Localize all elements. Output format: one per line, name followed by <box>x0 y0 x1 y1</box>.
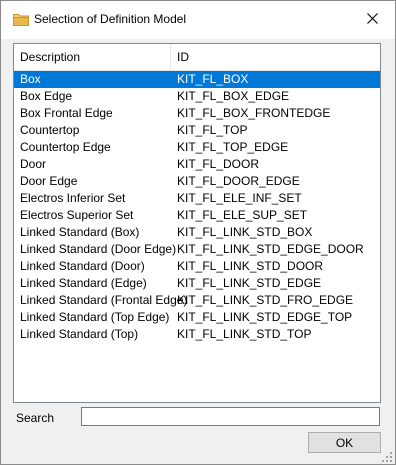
row-id: KIT_FL_LINK_STD_TOP <box>177 327 312 341</box>
row-description: Linked Standard (Door) <box>20 259 145 273</box>
folder-icon <box>13 13 29 26</box>
row-description: Door <box>20 157 47 171</box>
row-id: KIT_FL_LINK_STD_EDGE_DOOR <box>177 242 364 256</box>
column-header-id[interactable]: ID <box>171 44 380 70</box>
row-description: Box Edge <box>20 89 73 103</box>
row-id: KIT_FL_BOX_FRONTEDGE <box>177 106 331 120</box>
row-description: Countertop <box>20 123 80 137</box>
list-row[interactable]: Countertop KIT_FL_TOP <box>14 122 380 139</box>
list-row[interactable]: Linked Standard (Top) KIT_FL_LINK_STD_TOP <box>14 326 380 343</box>
row-id: KIT_FL_BOX_EDGE <box>177 89 290 103</box>
row-description: Linked Standard (Box) <box>20 225 140 239</box>
row-id: KIT_FL_LINK_STD_BOX <box>177 225 313 239</box>
list-row[interactable]: Electros Inferior Set KIT_FL_ELE_INF_SET <box>14 190 380 207</box>
row-description: Box <box>20 72 41 86</box>
column-header-description[interactable]: Description <box>14 44 171 70</box>
list-row[interactable]: Box KIT_FL_BOX <box>14 71 380 88</box>
list-header: Description ID <box>14 44 380 71</box>
list-row[interactable]: Linked Standard (Box) KIT_FL_LINK_STD_BOX <box>14 224 380 241</box>
title-bar: Selection of Definition Model <box>1 1 395 39</box>
list-row[interactable]: Linked Standard (Frontal Edge) KIT_FL_LIN… <box>14 292 380 309</box>
list-row[interactable]: Door KIT_FL_DOOR <box>14 156 380 173</box>
row-description: Linked Standard (Door Edge) <box>20 242 177 256</box>
list-row[interactable]: Box Edge KIT_FL_BOX_EDGE <box>14 88 380 105</box>
list-row[interactable]: Linked Standard (Top Edge) KIT_FL_LINK_ST… <box>14 309 380 326</box>
close-button[interactable] <box>349 1 395 39</box>
row-id: KIT_FL_BOX <box>177 72 249 86</box>
list-row[interactable]: Electros Superior Set KIT_FL_ELE_SUP_SET <box>14 207 380 224</box>
row-description: Countertop Edge <box>20 140 111 154</box>
list-row[interactable]: Door Edge KIT_FL_DOOR_EDGE <box>14 173 380 190</box>
row-description: Electros Superior Set <box>20 208 134 222</box>
search-input[interactable] <box>81 407 380 426</box>
row-id: KIT_FL_ELE_SUP_SET <box>177 208 308 222</box>
row-description: Box Frontal Edge <box>20 106 113 120</box>
row-id: KIT_FL_LINK_STD_FRO_EDGE <box>177 293 354 307</box>
row-id: KIT_FL_DOOR_EDGE <box>177 174 300 188</box>
dialog-window: Selection of Definition Model Descriptio… <box>0 0 396 465</box>
resize-grip-icon[interactable] <box>382 451 392 462</box>
row-id: KIT_FL_TOP <box>177 123 248 137</box>
row-id: KIT_FL_LINK_STD_DOOR <box>177 259 324 273</box>
search-label: Search <box>16 411 55 425</box>
row-description: Linked Standard (Frontal Edge) <box>20 293 188 307</box>
row-description: Linked Standard (Edge) <box>20 276 147 290</box>
list-row[interactable]: Linked Standard (Door) KIT_FL_LINK_STD_DO… <box>14 258 380 275</box>
list-row[interactable]: Linked Standard (Door Edge) KIT_FL_LINK_S… <box>14 241 380 258</box>
row-description: Electros Inferior Set <box>20 191 126 205</box>
list-row[interactable]: Box Frontal Edge KIT_FL_BOX_FRONTEDGE <box>14 105 380 122</box>
row-id: KIT_FL_TOP_EDGE <box>177 140 289 154</box>
close-icon <box>366 13 378 27</box>
row-description: Linked Standard (Top Edge) <box>20 310 170 324</box>
row-id: KIT_FL_LINK_STD_EDGE_TOP <box>177 310 353 324</box>
row-id: KIT_FL_LINK_STD_EDGE <box>177 276 322 290</box>
ok-button[interactable]: OK <box>308 432 381 453</box>
window-title: Selection of Definition Model <box>34 12 187 26</box>
list-row[interactable]: Linked Standard (Edge) KIT_FL_LINK_STD_ED… <box>14 275 380 292</box>
row-description: Door Edge <box>20 174 78 188</box>
list-row[interactable]: Countertop Edge KIT_FL_TOP_EDGE <box>14 139 380 156</box>
list-rows: Box KIT_FL_BOX Box Edge KIT_FL_BOX_EDGE Box … <box>14 71 380 343</box>
row-id: KIT_FL_ELE_INF_SET <box>177 191 302 205</box>
definition-model-list[interactable]: Description ID Box KIT_FL_BOX Box Edge KIT_… <box>13 43 381 403</box>
row-description: Linked Standard (Top) <box>20 327 139 341</box>
row-id: KIT_FL_DOOR <box>177 157 260 171</box>
